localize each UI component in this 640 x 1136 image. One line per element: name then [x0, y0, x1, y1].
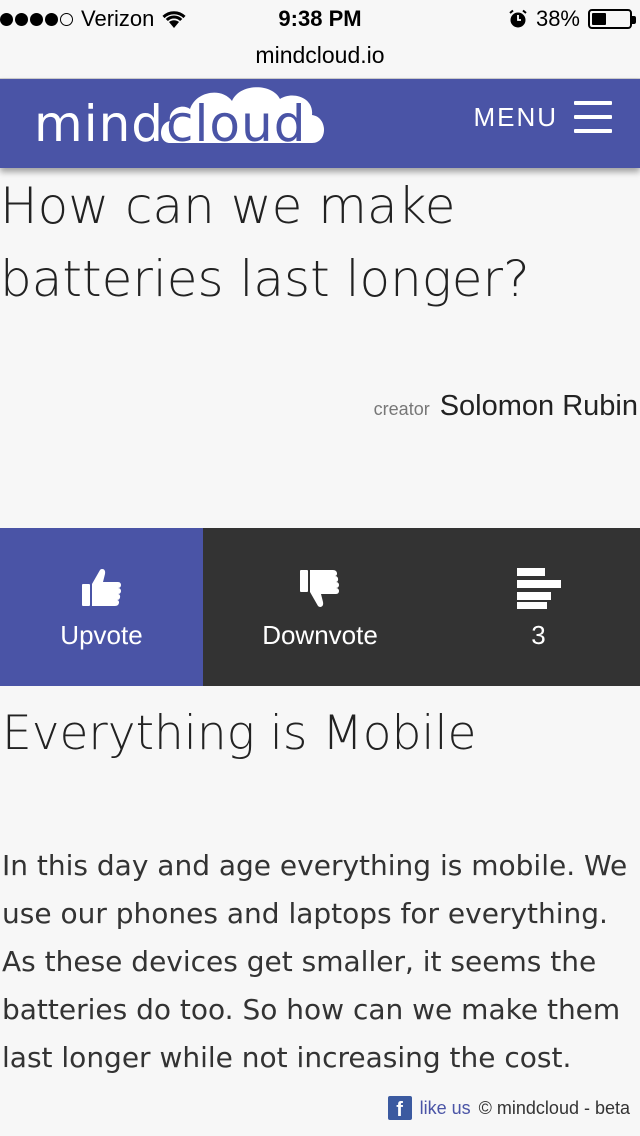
battery-icon: [588, 9, 636, 29]
copyright-text: © mindcloud - beta: [478, 1097, 630, 1118]
bar-list-icon: [516, 568, 561, 609]
thumbs-down-icon: [300, 570, 339, 607]
thumbs-up-icon: [81, 569, 121, 606]
answers-count-button[interactable]: 3: [437, 528, 640, 686]
article-body: In this day and age everything is mobile…: [2, 849, 628, 1074]
question-title: How can we make batteries last longer?: [0, 177, 530, 308]
site-logo[interactable]: mind cloud: [34, 87, 325, 159]
url-text: mindcloud.io: [255, 42, 385, 68]
logo-cloud: cloud: [161, 87, 325, 153]
downvote-button[interactable]: Downvote: [203, 528, 437, 686]
menu-label: MENU: [473, 101, 558, 132]
status-bar: Verizon 9:38 PM 38%: [0, 0, 640, 40]
creator-name[interactable]: Solomon Rubin: [440, 390, 638, 423]
upvote-button[interactable]: Upvote: [0, 528, 203, 686]
menu-button[interactable]: MENU: [473, 101, 612, 133]
article-title: Everything is Mobile: [2, 706, 477, 761]
creator-info: creator Solomon Rubin: [374, 390, 638, 423]
site-header: mind cloud MENU: [0, 79, 640, 168]
hamburger-icon: [574, 101, 612, 133]
downvote-label: Downvote: [262, 620, 378, 650]
footer: f like us © mindcloud - beta: [387, 1096, 630, 1120]
answers-count: 3: [531, 620, 546, 650]
logo-text-mind: mind: [34, 95, 165, 153]
like-us-link[interactable]: like us: [420, 1098, 471, 1119]
upvote-label: Upvote: [60, 620, 143, 650]
battery-fill: [592, 13, 606, 25]
logo-text-cloud: cloud: [166, 95, 307, 153]
facebook-icon[interactable]: f: [387, 1096, 412, 1120]
battery-percent: 38%: [535, 6, 580, 31]
alarm-icon: [509, 9, 527, 28]
vote-bar: Upvote Downvote 3: [0, 528, 640, 686]
status-right: 38%: [508, 6, 636, 32]
creator-label: creator: [373, 399, 430, 419]
